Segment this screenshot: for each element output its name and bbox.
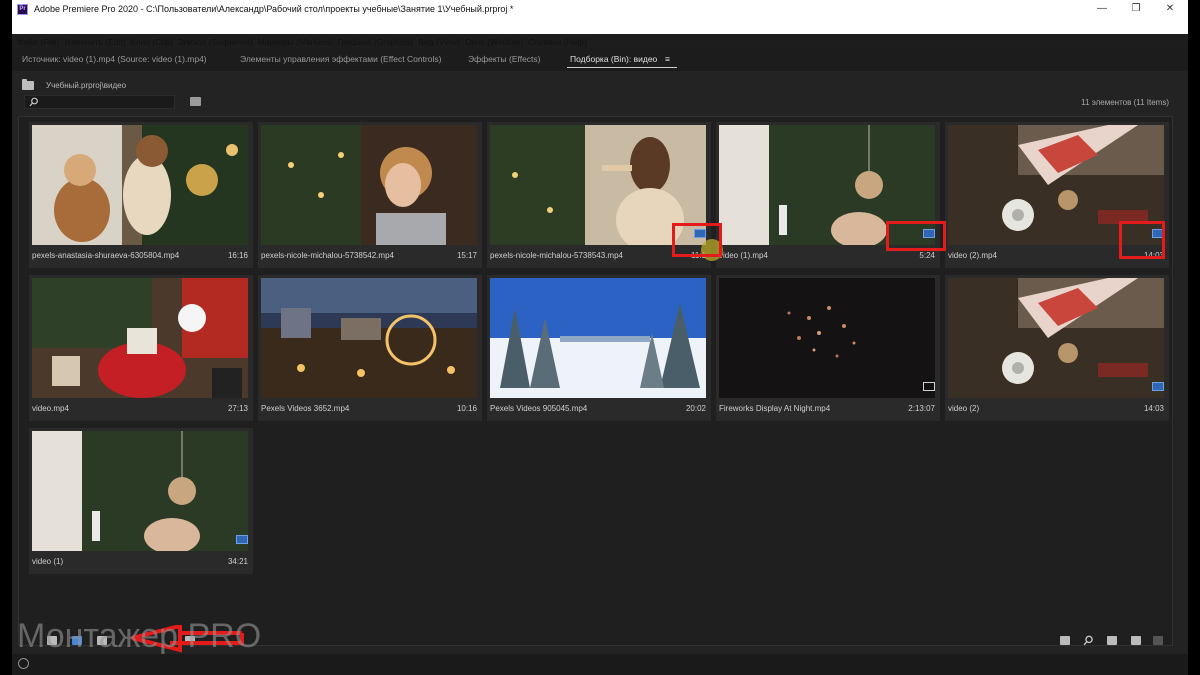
- clip-card[interactable]: video.mp4 27:13: [29, 275, 253, 421]
- clip-name: pexels-nicole-michalou-5738543.mp4: [490, 251, 623, 260]
- clip-thumbnail[interactable]: [948, 278, 1164, 398]
- clip-duration: 20:02: [685, 404, 706, 413]
- premiere-app-icon: Pr: [17, 3, 28, 15]
- clip-thumbnail[interactable]: [32, 431, 248, 551]
- menu-file[interactable]: Файл (File): [17, 37, 60, 47]
- clip-thumbnail[interactable]: [261, 278, 477, 398]
- clip-caption: Pexels Videos 905045.mp4 20:02: [490, 401, 706, 415]
- menu-help[interactable]: Справка (Help): [528, 37, 587, 47]
- clip-card[interactable]: Pexels Videos 3652.mp4 10:16: [258, 275, 482, 421]
- premiere-window: Pr Adobe Premiere Pro 2020 - C:\Пользова…: [12, 0, 1188, 675]
- clip-duration: 16:16: [227, 251, 248, 260]
- tab-effect-controls[interactable]: Элементы управления эффектами (Effect Co…: [240, 54, 441, 64]
- clip-duration: 10:16: [456, 404, 477, 413]
- menu-markers[interactable]: Маркеры (Markers): [258, 37, 333, 47]
- annotation-box: [1119, 221, 1165, 259]
- clip-name: video (2): [948, 404, 980, 413]
- new-item-icon[interactable]: [1131, 636, 1141, 645]
- clip-duration: 34:21: [227, 557, 248, 566]
- clip-card[interactable]: Pexels Videos 905045.mp4 20:02: [487, 275, 711, 421]
- bin-path-row: Учебный.prproj\видео: [22, 78, 126, 92]
- menu-clip[interactable]: Клип (Clip): [131, 37, 173, 47]
- close-icon[interactable]: ✕: [1153, 0, 1187, 18]
- clip-duration: 2:13:07: [908, 404, 935, 413]
- clip-duration: 14:03: [1143, 404, 1164, 413]
- clip-card[interactable]: video (2) 14:03: [945, 275, 1169, 421]
- clip-card[interactable]: video (1) 34:21: [29, 428, 253, 574]
- clip-caption: Fireworks Display At Night.mp4 2:13:07: [719, 401, 935, 415]
- clip-caption: pexels-nicole-michalou-5738542.mp4 15:17: [261, 248, 477, 262]
- menu-edit[interactable]: Изменить (Edit): [65, 37, 126, 47]
- clip-name: Pexels Videos 905045.mp4: [490, 404, 588, 413]
- maximize-icon[interactable]: ❐: [1119, 0, 1153, 18]
- search-input[interactable]: [24, 95, 175, 109]
- menu-view[interactable]: Вид (View): [418, 37, 460, 47]
- clip-thumbnail[interactable]: [490, 278, 706, 398]
- menubar: Файл (File) Изменить (Edit) Клип (Clip) …: [12, 35, 587, 48]
- clip-caption: video (2) 14:03: [948, 401, 1164, 415]
- clip-thumbnail[interactable]: [261, 125, 477, 245]
- clip-name: Pexels Videos 3652.mp4: [261, 404, 350, 413]
- clip-name: video.mp4: [32, 404, 69, 413]
- clip-thumbnail[interactable]: [719, 278, 935, 398]
- status-icon[interactable]: [18, 658, 29, 669]
- clip-name: pexels-nicole-michalou-5738542.mp4: [261, 251, 394, 260]
- automate-to-sequence-icon[interactable]: [1060, 636, 1070, 645]
- new-bin-footer-icon[interactable]: [1107, 636, 1117, 645]
- new-bin-icon[interactable]: [190, 97, 201, 106]
- panel-tabs: Источник: video (1).mp4 (Source: video (…: [12, 48, 1188, 71]
- clip-caption: video (1) 34:21: [32, 554, 248, 568]
- clip-thumbnail[interactable]: [32, 278, 248, 398]
- minimize-icon[interactable]: —: [1085, 0, 1119, 18]
- clip-card[interactable]: Fireworks Display At Night.mp4 2:13:07: [716, 275, 940, 421]
- video-badge-icon: [923, 382, 935, 391]
- menu-sequence[interactable]: Эпизод (Sequence): [178, 37, 253, 47]
- bin-path: Учебный.prproj\видео: [46, 80, 127, 90]
- status-bar: [12, 654, 1188, 675]
- project-panel: Источник: video (1).mp4 (Source: video (…: [12, 48, 1188, 675]
- clip-name: video (2).mp4: [948, 251, 997, 260]
- titlebar: Pr Adobe Premiere Pro 2020 - C:\Пользова…: [12, 0, 1188, 47]
- sequence-badge-icon: [1152, 382, 1164, 391]
- item-count: 11 элементов (11 Items): [1081, 98, 1169, 107]
- active-tab-underline: [567, 67, 677, 68]
- clip-card[interactable]: pexels-nicole-michalou-5738542.mp4 15:17: [258, 122, 482, 268]
- trash-icon[interactable]: [1153, 636, 1163, 645]
- tab-bin[interactable]: Подборка (Bin): видео: [570, 54, 657, 64]
- sequence-badge-icon: [236, 535, 248, 544]
- clip-name: pexels-anastasia-shuraeva-6305804.mp4: [32, 251, 180, 260]
- clip-caption: video.mp4 27:13: [32, 401, 248, 415]
- annotation-box: [886, 221, 946, 251]
- clip-duration: 27:13: [227, 404, 248, 413]
- search-icon: [29, 97, 38, 107]
- clip-name: video (1).mp4: [719, 251, 768, 260]
- menu-graphics[interactable]: Графика (Graphics): [337, 37, 413, 47]
- window-title: Adobe Premiere Pro 2020 - C:\Пользовател…: [34, 4, 514, 14]
- title-row: Pr Adobe Premiere Pro 2020 - C:\Пользова…: [12, 0, 1188, 18]
- clip-duration: 5:24: [919, 251, 935, 260]
- clip-card[interactable]: pexels-anastasia-shuraeva-6305804.mp4 16…: [29, 122, 253, 268]
- clip-caption: pexels-anastasia-shuraeva-6305804.mp4 16…: [32, 248, 248, 262]
- clip-duration: 15:17: [456, 251, 477, 260]
- clip-name: video (1): [32, 557, 64, 566]
- tab-menu-icon[interactable]: ≡: [665, 54, 670, 64]
- watermark: Монтажер PRO: [17, 617, 262, 655]
- find-icon[interactable]: [1083, 635, 1094, 646]
- clip-thumbnail[interactable]: [32, 125, 248, 245]
- bin-grid: pexels-anastasia-shuraeva-6305804.mp4 16…: [18, 116, 1173, 646]
- tab-source[interactable]: Источник: video (1).mp4 (Source: video (…: [22, 54, 207, 64]
- tab-effects[interactable]: Эффекты (Effects): [468, 54, 541, 64]
- clip-name: Fireworks Display At Night.mp4: [719, 404, 831, 413]
- menu-window[interactable]: Окно (Window): [465, 37, 523, 47]
- folder-icon[interactable]: [22, 78, 34, 90]
- annotation-box: [672, 223, 722, 257]
- clip-caption: Pexels Videos 3652.mp4 10:16: [261, 401, 477, 415]
